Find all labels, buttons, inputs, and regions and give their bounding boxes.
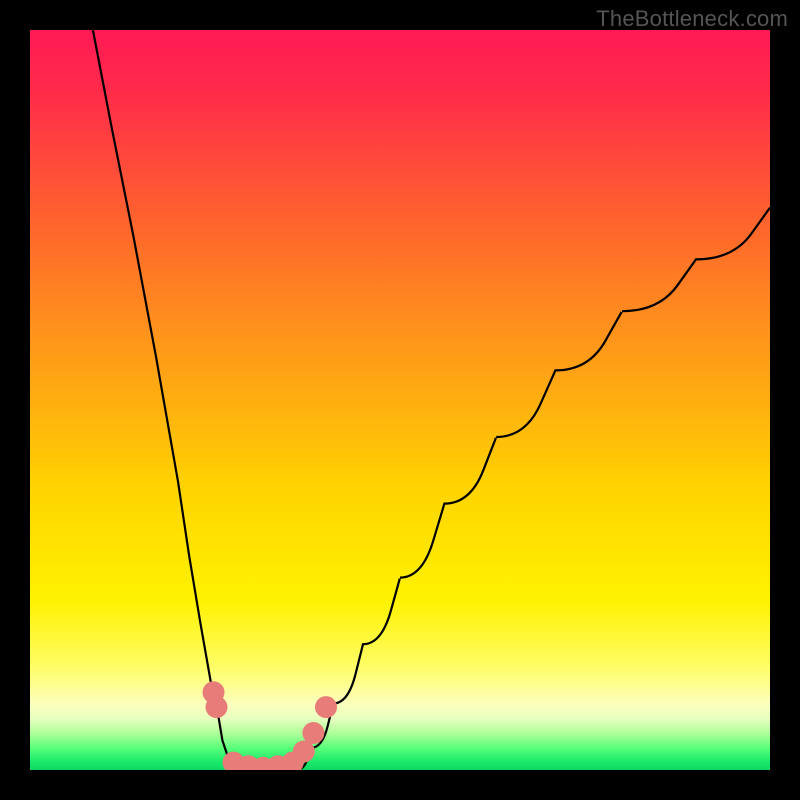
plot-area [30, 30, 770, 770]
curve-right-arm [296, 208, 770, 770]
chart-frame: TheBottleneck.com [0, 0, 800, 800]
data-marker [302, 722, 324, 744]
marker-group [203, 681, 338, 770]
attribution-text: TheBottleneck.com [596, 6, 788, 32]
curve-left-arm [93, 30, 237, 770]
data-marker [206, 696, 228, 718]
curve-layer [30, 30, 770, 770]
data-marker [315, 696, 337, 718]
